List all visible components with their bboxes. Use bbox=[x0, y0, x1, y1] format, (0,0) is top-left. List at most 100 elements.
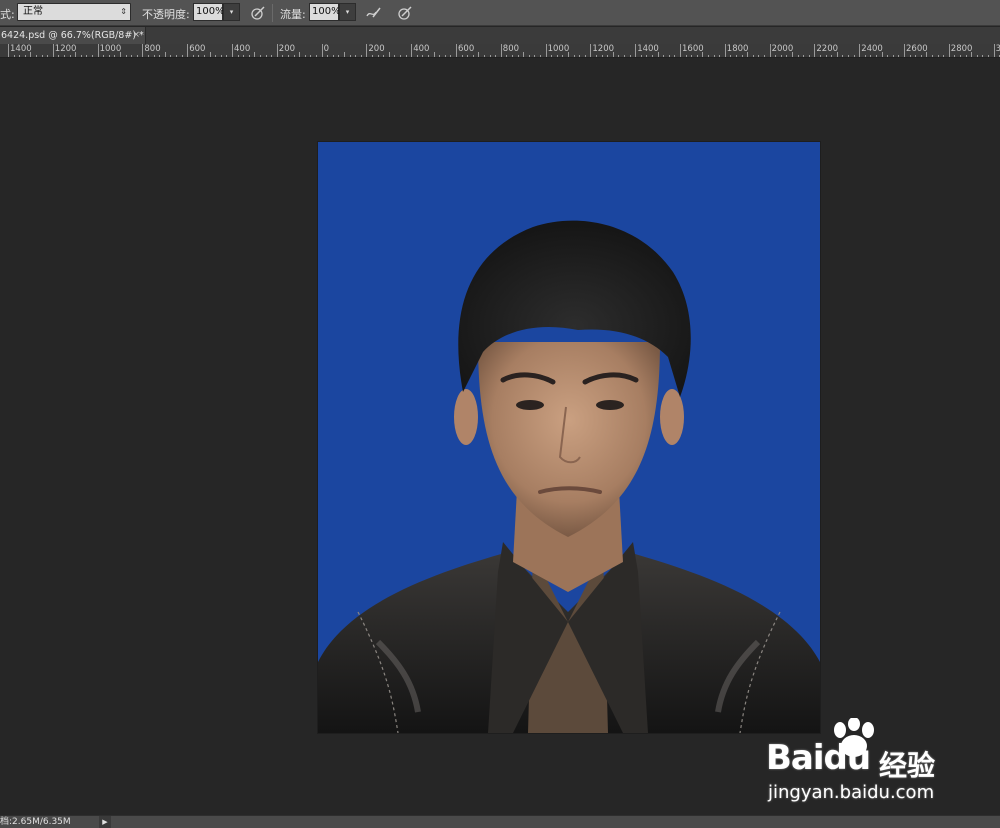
ruler-minor-tick bbox=[405, 55, 407, 57]
ruler-minor-tick bbox=[764, 55, 765, 57]
ruler-minor-tick bbox=[248, 55, 250, 57]
ruler-minor-tick bbox=[579, 55, 581, 57]
ruler-minor-tick bbox=[747, 52, 749, 57]
ruler-minor-tick bbox=[612, 52, 614, 57]
ruler-major-tick bbox=[904, 44, 905, 57]
ruler-minor-tick bbox=[131, 55, 133, 57]
ruler-minor-tick bbox=[842, 55, 844, 57]
ruler-label: 600 bbox=[458, 44, 475, 54]
ruler-minor-tick bbox=[708, 55, 709, 57]
ruler-major-tick bbox=[366, 44, 368, 57]
ruler-minor-tick bbox=[495, 55, 497, 57]
ruler-minor-tick bbox=[293, 55, 295, 57]
ruler-minor-tick bbox=[304, 55, 306, 57]
ruler-minor-tick bbox=[237, 55, 239, 57]
ruler-minor-tick bbox=[316, 55, 317, 57]
mode-label: 式: bbox=[0, 8, 15, 21]
ruler-minor-tick bbox=[881, 52, 883, 57]
flow-label: 流量: bbox=[280, 8, 306, 21]
ruler-label: 800 bbox=[144, 44, 161, 54]
ruler-minor-tick bbox=[428, 55, 429, 57]
ruler-minor-tick bbox=[489, 55, 491, 57]
ruler-major-tick bbox=[142, 44, 144, 57]
tablet-pressure-size-icon[interactable] bbox=[396, 4, 414, 22]
ruler-minor-tick bbox=[215, 55, 217, 57]
ruler-minor-tick bbox=[103, 55, 105, 57]
document-image[interactable] bbox=[318, 142, 820, 733]
ruler-label: 400 bbox=[413, 44, 430, 54]
ruler-minor-tick bbox=[932, 55, 933, 57]
ruler-minor-tick bbox=[86, 55, 88, 57]
ruler-minor-tick bbox=[125, 55, 127, 57]
baidu-jingyan-watermark: Baidu 经验 jingyan.baidu.com bbox=[766, 718, 951, 808]
ruler-minor-tick bbox=[573, 55, 575, 57]
ruler-label: 1200 bbox=[54, 44, 77, 54]
ruler-major-tick bbox=[859, 44, 861, 57]
blend-mode-select[interactable]: 正常 ⇕ bbox=[17, 3, 131, 21]
ruler-minor-tick bbox=[204, 55, 205, 57]
ruler-minor-tick bbox=[349, 55, 351, 57]
ruler-major-tick bbox=[52, 44, 54, 57]
flow-input[interactable]: 100% bbox=[309, 3, 341, 21]
ruler-label: 1400 bbox=[10, 44, 32, 54]
ruler-minor-tick bbox=[120, 52, 121, 57]
ruler-major-tick bbox=[411, 44, 413, 57]
ruler-label: 1000 bbox=[547, 44, 570, 54]
ruler-minor-tick bbox=[596, 55, 597, 57]
blend-mode-value: 正常 bbox=[23, 6, 43, 17]
ruler-label: 2400 bbox=[861, 44, 883, 54]
ruler-minor-tick bbox=[797, 55, 799, 57]
document-tab[interactable]: 6424.psd @ 66.7%(RGB/8#) * × bbox=[0, 27, 146, 44]
ruler-minor-tick bbox=[691, 55, 693, 57]
ruler-minor-tick bbox=[439, 55, 441, 57]
ruler-minor-tick bbox=[422, 55, 424, 57]
ruler-minor-tick bbox=[198, 55, 200, 57]
ruler-minor-tick bbox=[136, 55, 138, 57]
ruler-minor-tick bbox=[209, 52, 211, 57]
ruler-minor-tick bbox=[299, 52, 301, 57]
ruler-minor-tick bbox=[220, 55, 222, 57]
ruler-minor-tick bbox=[624, 55, 625, 57]
ruler-minor-tick bbox=[556, 55, 558, 57]
opacity-dropdown-button[interactable]: ▾ bbox=[223, 3, 240, 21]
ruler-minor-tick bbox=[265, 55, 267, 57]
ruler-minor-tick bbox=[876, 55, 877, 57]
ruler-minor-tick bbox=[338, 55, 340, 57]
ruler-minor-tick bbox=[775, 55, 777, 57]
ruler-major-tick bbox=[993, 44, 995, 57]
status-menu-arrow-icon[interactable]: ▶ bbox=[99, 816, 111, 828]
ruler-minor-tick bbox=[472, 55, 474, 57]
ruler-minor-tick bbox=[288, 55, 289, 57]
ruler-minor-tick bbox=[674, 55, 676, 57]
airbrush-icon[interactable] bbox=[364, 4, 382, 22]
ruler-minor-tick bbox=[41, 55, 43, 57]
ruler-minor-tick bbox=[433, 52, 435, 57]
ruler-minor-tick bbox=[400, 55, 401, 57]
ruler-minor-tick bbox=[607, 55, 609, 57]
ruler-minor-tick bbox=[69, 55, 71, 57]
flow-dropdown-button[interactable]: ▾ bbox=[339, 3, 356, 21]
ruler-minor-tick bbox=[965, 55, 967, 57]
document-size-info: 档:2.65M/6.35M bbox=[0, 817, 71, 827]
ruler-minor-tick bbox=[24, 55, 26, 57]
ruler-minor-tick bbox=[887, 55, 889, 57]
ruler-minor-tick bbox=[159, 55, 161, 57]
ruler-label: 0 bbox=[323, 44, 330, 54]
horizontal-ruler[interactable]: 1400 1200 1000 800 600 400 200 0 200 400 600 800 100… bbox=[0, 44, 1000, 58]
ruler-minor-tick bbox=[668, 55, 670, 57]
ruler-minor-tick bbox=[75, 52, 77, 57]
ruler-major-tick bbox=[8, 44, 9, 57]
ruler-minor-tick bbox=[192, 55, 194, 57]
ruler-minor-tick bbox=[377, 55, 379, 57]
ruler-label: 200 bbox=[278, 44, 296, 54]
opacity-input[interactable]: 100% bbox=[193, 3, 225, 21]
updown-arrow-icon: ⇕ bbox=[120, 7, 127, 16]
ruler-minor-tick bbox=[226, 55, 228, 57]
ruler-minor-tick bbox=[13, 55, 15, 57]
tablet-pressure-opacity-icon[interactable] bbox=[249, 4, 267, 22]
ruler-label: 2000 bbox=[771, 44, 794, 54]
ruler-minor-tick bbox=[383, 55, 385, 57]
ruler-minor-tick bbox=[164, 52, 166, 57]
ruler-minor-tick bbox=[30, 52, 32, 57]
close-icon[interactable]: × bbox=[132, 27, 140, 44]
